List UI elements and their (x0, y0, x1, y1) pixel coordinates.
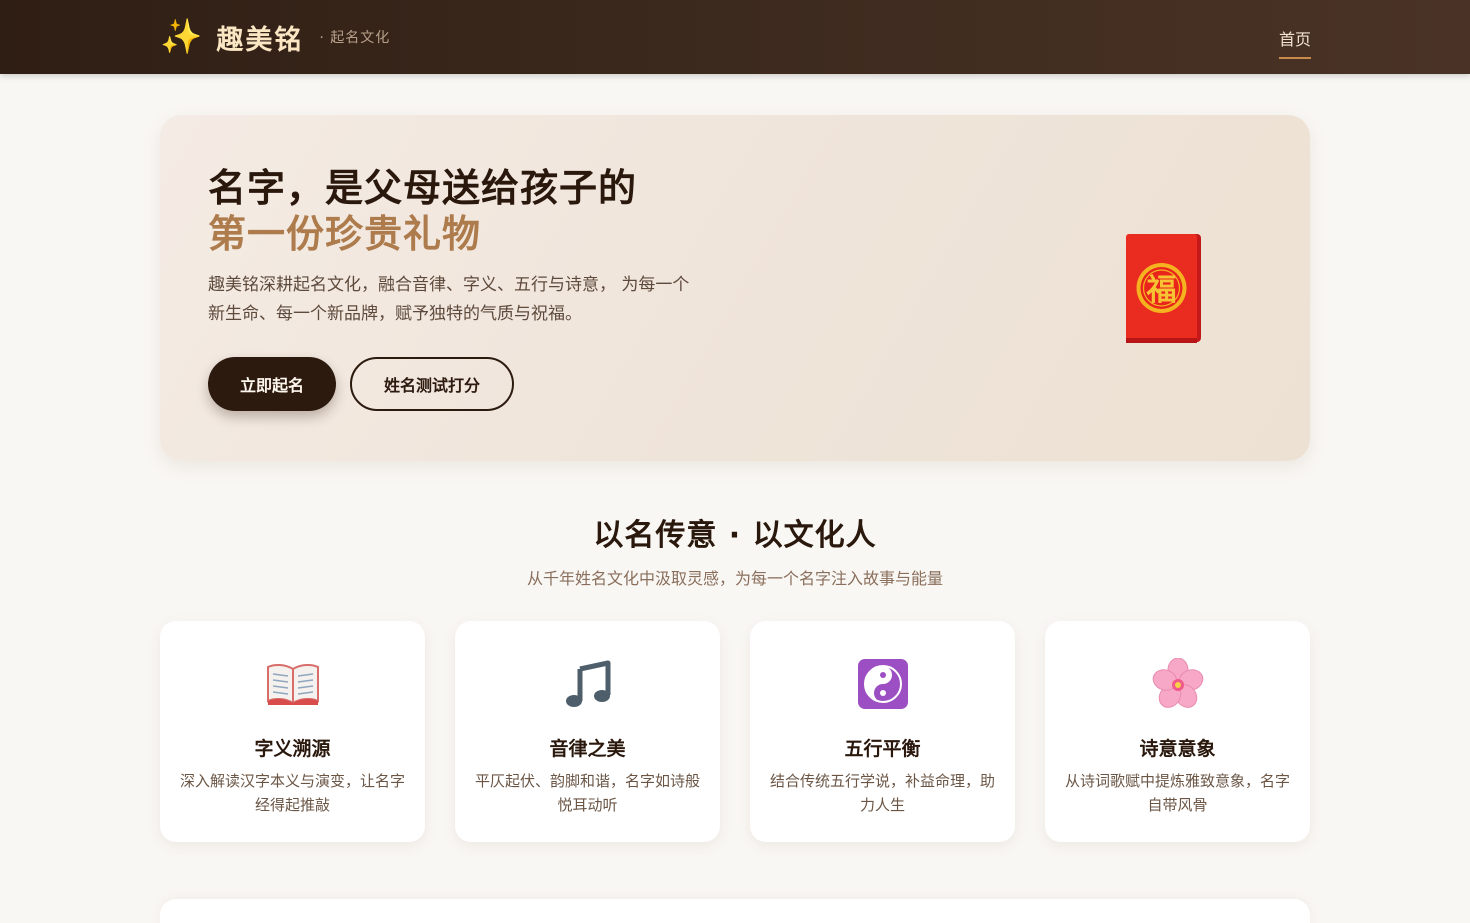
feature-title: 字义溯源 (254, 738, 331, 760)
brand[interactable]: ✨ 趣美铭 · 起名文化 (160, 0, 390, 74)
feature-card-rhythm[interactable]: 音律之美 平仄起伏、韵脚和谐，名字如诗般悦耳动听 (455, 621, 720, 842)
hero-title: 名字，是父母送给孩子的 第一份珍贵礼物 (208, 165, 637, 257)
red-envelope-icon: 福 (1126, 234, 1201, 343)
feature-card-meaning[interactable]: 字义溯源 深入解读汉字本义与演变，让名字经得起推敲 (160, 621, 425, 842)
name-test-button[interactable]: 姓名测试打分 (350, 357, 514, 411)
open-book-icon (160, 657, 425, 711)
feature-title: 诗意意象 (1139, 738, 1216, 760)
next-section-card (160, 899, 1310, 923)
feature-desc: 从诗词歌赋中提炼雅致意象，名字自带风骨 (1065, 772, 1291, 814)
section-title: 以名传意 · 以文化人 (593, 518, 877, 553)
feature-desc: 深入解读汉字本义与演变，让名字经得起推敲 (180, 772, 406, 814)
brand-name: 趣美铭 (216, 24, 304, 56)
envelope-fu-glyph: 福 (1146, 273, 1177, 308)
music-note-icon (455, 657, 720, 711)
hero-title-line1: 名字，是父母送给孩子的 (208, 166, 638, 210)
cherry-blossom-icon (1045, 657, 1310, 711)
hero-title-line2: 第一份珍贵礼物 (208, 212, 482, 256)
feature-desc: 平仄起伏、韵脚和谐，名字如诗般悦耳动听 (475, 772, 701, 814)
hero-description: 趣美铭深耕起名文化，融合音律、字义、五行与诗意， 为每一个新生命、每一个新品牌，… (208, 275, 690, 324)
yin-yang-icon (750, 657, 1015, 711)
feature-card-poetic[interactable]: 诗意意象 从诗词歌赋中提炼雅致意象，名字自带风骨 (1045, 621, 1310, 842)
hero-banner: 名字，是父母送给孩子的 第一份珍贵礼物 趣美铭深耕起名文化，融合音律、字义、五行… (160, 115, 1310, 461)
feature-title: 五行平衡 (844, 738, 921, 760)
section-subtitle: 从千年姓名文化中汲取灵感，为每一个名字注入故事与能量 (526, 569, 943, 588)
sparkles-icon: ✨ (160, 17, 203, 57)
feature-title: 音律之美 (549, 738, 626, 760)
start-naming-button[interactable]: 立即起名 (208, 357, 336, 411)
feature-desc: 结合传统五行学说，补益命理，助力人生 (770, 772, 996, 814)
nav-home-link[interactable]: 首页 (1279, 26, 1312, 59)
brand-subtitle: · 起名文化 (319, 30, 391, 46)
feature-card-five-elements[interactable]: 五行平衡 结合传统五行学说，补益命理，助力人生 (750, 621, 1015, 842)
top-header: ✨ 趣美铭 · 起名文化 首页 (0, 0, 1470, 74)
